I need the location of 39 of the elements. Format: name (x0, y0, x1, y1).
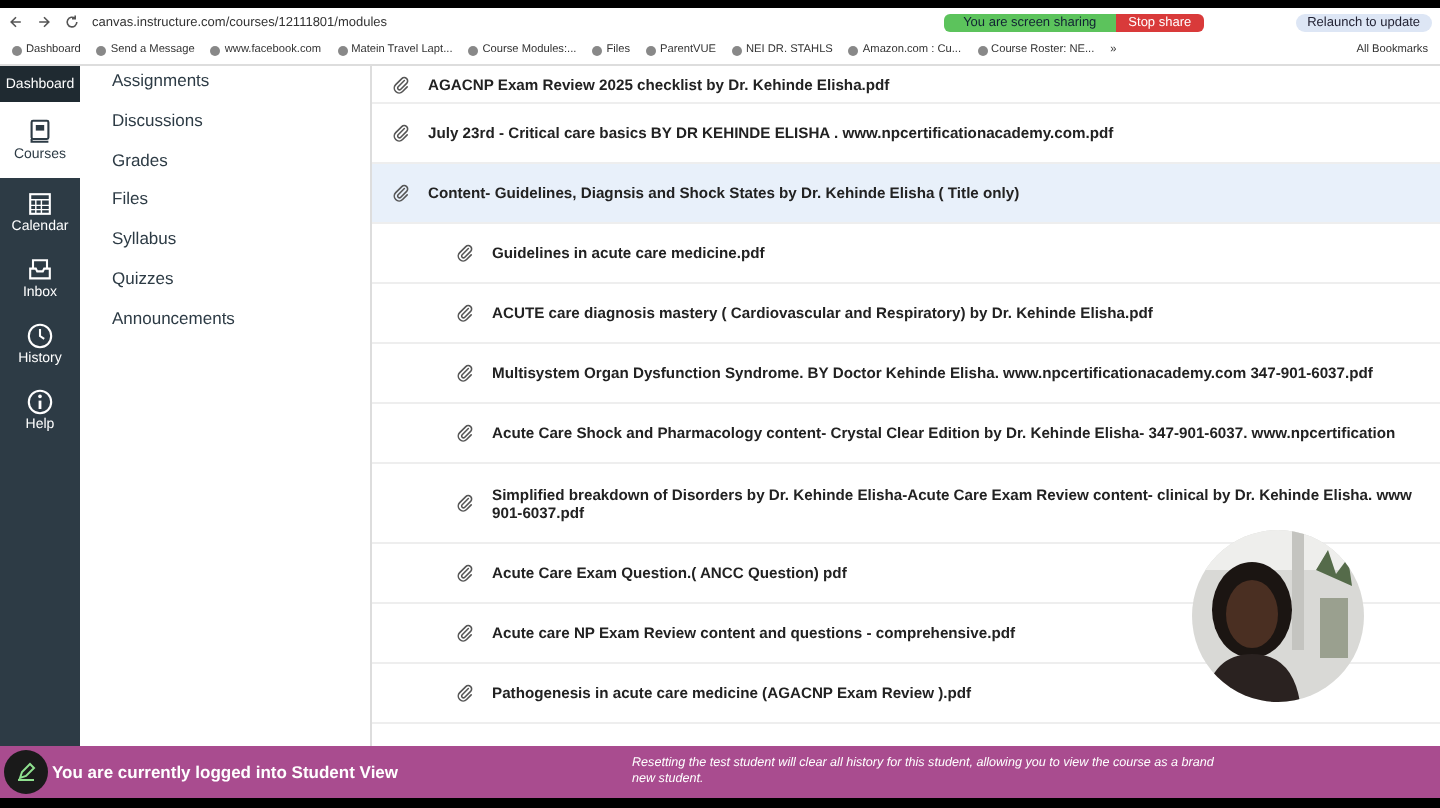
edit-button[interactable] (4, 750, 48, 794)
inbox-icon (26, 255, 54, 283)
student-view-message: You are currently logged into Student View (52, 762, 401, 782)
course-nav-link[interactable]: Grades (112, 149, 370, 189)
paperclip-icon (456, 244, 474, 262)
course-nav-link[interactable]: Discussions (112, 109, 370, 150)
paperclip-icon (456, 304, 474, 322)
paperclip-icon (392, 75, 410, 93)
paperclip-icon (392, 184, 410, 202)
favicon-icon (468, 45, 479, 55)
favicon-icon (96, 45, 107, 55)
favicon-icon (646, 45, 657, 55)
favicon-icon (210, 45, 221, 55)
info-icon (26, 387, 54, 415)
paperclip-icon (456, 684, 474, 702)
back-icon[interactable] (8, 14, 24, 30)
reload-icon[interactable] (64, 14, 80, 30)
paperclip-icon (392, 124, 410, 142)
clock-icon (26, 321, 54, 349)
paperclip-icon (456, 424, 474, 442)
course-nav-link[interactable]: Quizzes (112, 267, 370, 308)
pencil-icon (16, 762, 36, 782)
favicon-icon (848, 45, 859, 55)
favicon-icon (337, 45, 348, 55)
forward-icon[interactable] (36, 14, 52, 30)
paperclip-icon (456, 364, 474, 382)
course-nav-link[interactable]: Announcements (112, 307, 370, 348)
paperclip-icon (456, 564, 474, 582)
paperclip-icon (456, 624, 474, 642)
book-icon (26, 118, 54, 146)
favicon-icon (732, 45, 742, 55)
course-nav-link[interactable]: Files (112, 188, 370, 229)
favicon-icon (592, 45, 603, 55)
paperclip-icon (456, 494, 474, 512)
course-nav-link[interactable]: Assignments (112, 70, 370, 110)
calendar-icon (26, 189, 54, 217)
course-nav-link[interactable]: Syllabus (112, 228, 370, 268)
favicon-icon (977, 45, 988, 55)
favicon-icon (12, 45, 22, 55)
